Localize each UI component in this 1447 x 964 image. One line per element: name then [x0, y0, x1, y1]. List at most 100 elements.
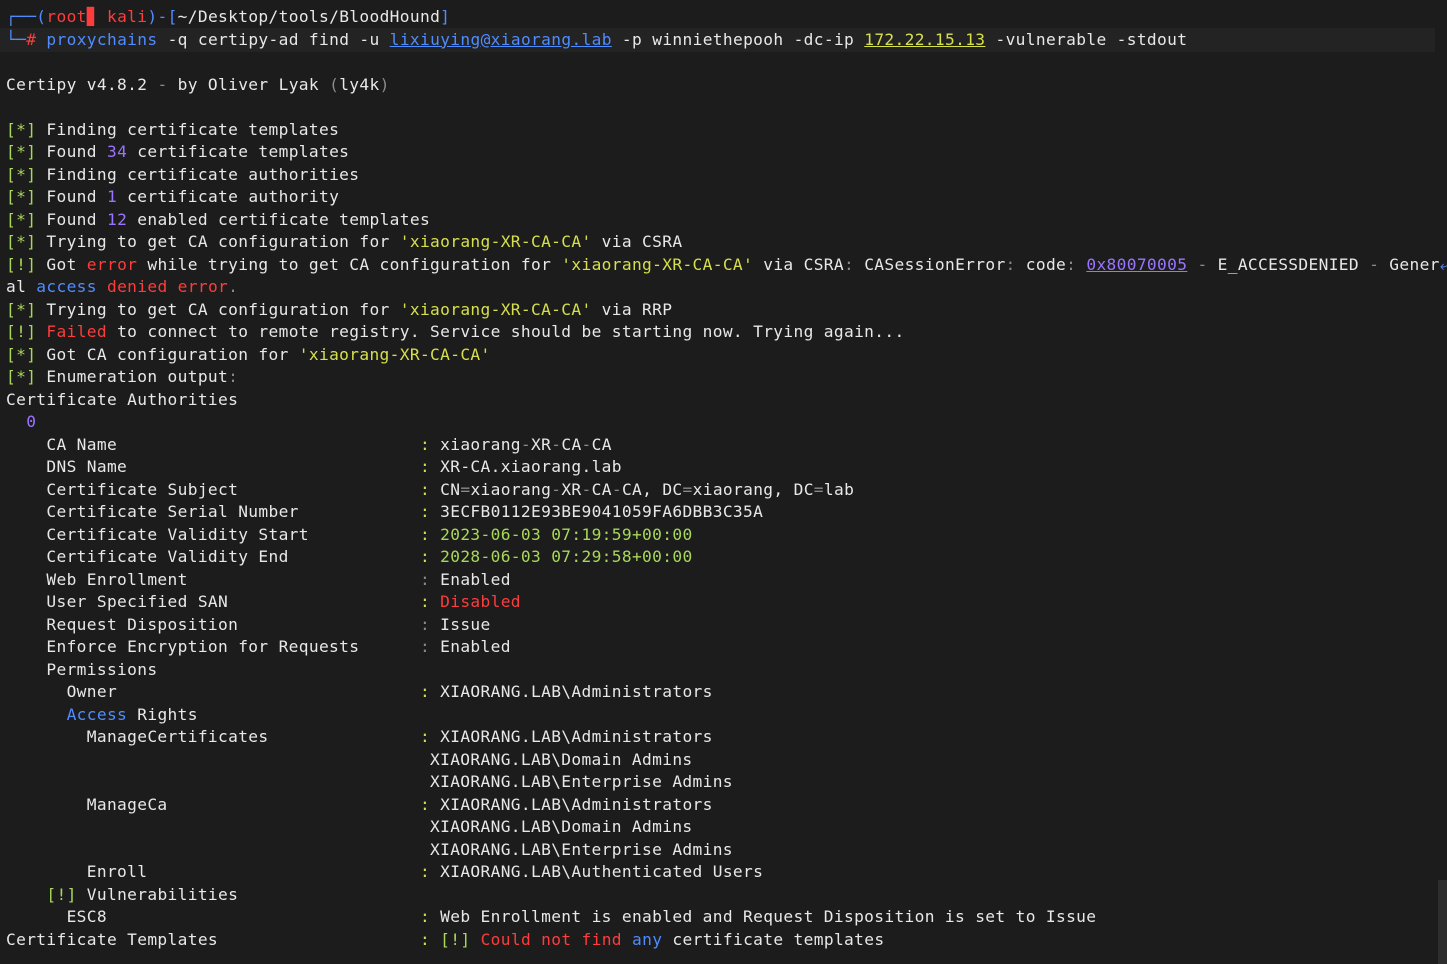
- text-segment: :: [419, 794, 431, 814]
- text-segment: XIAORANG.LAB\Administrators: [430, 794, 713, 814]
- text-segment: Permissions: [6, 659, 158, 679]
- text-segment: -vulnerable -stdout: [985, 29, 1188, 49]
- output-line: Certificate Templates : [!] Could not fi…: [6, 929, 1447, 952]
- text-segment[interactable]: 172.22.15.13: [864, 30, 985, 49]
- text-segment: error: [177, 277, 229, 296]
- output-line: [*] Trying to get CA configuration for '…: [6, 231, 1447, 254]
- text-segment: while trying to get CA configuration for: [137, 254, 562, 274]
- text-segment: access: [36, 277, 97, 296]
- text-segment: ~/Desktop/tools/BloodHound: [177, 7, 441, 26]
- text-segment: .: [228, 277, 239, 296]
- text-segment: 2028-06-03 07:29:58+00:00: [430, 547, 693, 566]
- text-segment: 3ECFB0112E93BE9041059FA6DBB3C35A: [430, 502, 764, 521]
- text-segment: Enforce Encryption for Requests: [6, 637, 420, 656]
- text-segment: XIAORANG.LAB\Administrators: [430, 682, 713, 701]
- text-segment: :: [419, 727, 431, 746]
- text-segment: Enroll: [6, 862, 420, 881]
- text-segment: winniethepooh: [652, 29, 784, 49]
- text-segment: Found: [36, 187, 107, 206]
- text-segment: ManageCa: [6, 794, 420, 814]
- output-line: Certipy v4.8.2 - by Oliver Lyak (ly4k): [6, 74, 1447, 97]
- text-segment: any: [632, 929, 663, 949]
- text-segment: [*]: [6, 142, 37, 161]
- output-line: Certificate Validity Start : 2023-06-03 …: [6, 524, 1447, 547]
- text-segment: :: [419, 547, 431, 566]
- output-line: [*] Got CA configuration for 'xiaorang-X…: [6, 344, 1447, 367]
- text-segment: [6, 705, 67, 724]
- output-line: Certificate Subject : CN=xiaorang-XR-CA-…: [6, 479, 1447, 502]
- text-segment: Certificate Validity Start: [6, 524, 420, 544]
- text-segment: xiaorang: [470, 479, 552, 499]
- text-segment: :: [419, 569, 431, 589]
- text-segment: :: [419, 502, 431, 521]
- text-segment: [*]: [6, 187, 37, 206]
- text-segment: -: [1197, 254, 1208, 274]
- text-segment: certificate authority: [117, 187, 340, 206]
- text-segment: :: [419, 614, 431, 634]
- text-segment: xiaorang: [430, 434, 521, 454]
- output-line: Owner : XIAORANG.LAB\Administrators: [6, 681, 1447, 704]
- text-segment: code: [1015, 254, 1067, 274]
- text-segment: User Specified SAN: [6, 592, 420, 611]
- text-segment: -u: [359, 29, 380, 49]
- text-segment: Request Disposition: [6, 614, 420, 634]
- text-segment: Finding certificate authorities: [36, 164, 360, 184]
- text-segment: ┌──(: [6, 7, 47, 26]
- text-segment: :: [419, 637, 431, 656]
- text-segment: Enumeration output: [36, 367, 229, 386]
- text-segment: [168, 277, 178, 296]
- text-segment: [*]: [6, 232, 37, 251]
- text-segment: Enabled: [430, 569, 511, 589]
- text-segment: :: [419, 479, 431, 499]
- output-line: XIAORANG.LAB\Domain Admins: [6, 816, 1447, 839]
- text-segment[interactable]: lixiuying@xiaorang.lab: [390, 30, 612, 49]
- text-segment: CA: [561, 434, 582, 454]
- text-segment: =: [682, 479, 693, 499]
- text-segment: error: [86, 254, 138, 274]
- text-segment: XIAORANG.LAB\Enterprise Admins: [6, 839, 733, 859]
- text-segment: [380, 30, 390, 49]
- text-segment: 1: [106, 187, 118, 206]
- text-segment: Finding certificate templates: [36, 119, 340, 139]
- text-segment: -: [581, 434, 592, 454]
- text-segment: :: [419, 457, 431, 476]
- text-segment: -q: [157, 29, 198, 49]
- text-segment: XIAORANG.LAB\Domain Admins: [6, 749, 693, 769]
- text-segment: enabled certificate templates: [127, 209, 431, 229]
- text-segment: :: [1005, 254, 1016, 274]
- text-segment: (: [329, 74, 340, 94]
- output-line: [!] Failed to connect to remote registry…: [6, 321, 1447, 344]
- text-segment: [*]: [6, 164, 37, 184]
- text-segment: Certificate Templates: [6, 929, 420, 949]
- text-segment: Web Enrollment is enabled and Request Di…: [430, 907, 1097, 926]
- text-segment: Certificate Validity End: [6, 547, 420, 566]
- text-segment: via CSRA: [591, 232, 683, 251]
- output-line: Permissions: [6, 659, 1447, 682]
- output-line: Request Disposition : Issue: [6, 614, 1447, 637]
- text-segment: lab: [823, 479, 855, 499]
- text-segment: Certificate Authorities: [6, 389, 239, 409]
- text-segment: └─: [6, 29, 27, 49]
- text-segment: :: [1066, 254, 1077, 274]
- text-segment: :: [419, 592, 431, 611]
- terminal-output: ┌──(root▊ kali)-[~/Desktop/tools/BloodHo…: [6, 6, 1447, 951]
- output-line: [*] Trying to get CA configuration for '…: [6, 299, 1447, 322]
- text-segment: via CSRA: [753, 254, 844, 274]
- output-line: [*] Found 34 certificate templates: [6, 141, 1447, 164]
- output-line: [*] Finding certificate authorities: [6, 164, 1447, 187]
- text-segment: Certipy v4.8.2: [6, 74, 158, 94]
- output-line: Enforce Encryption for Requests : Enable…: [6, 636, 1447, 659]
- text-segment: [430, 930, 440, 949]
- text-segment: [!]: [6, 254, 37, 274]
- text-segment: Access: [66, 704, 128, 724]
- text-segment: :: [419, 907, 431, 926]
- text-segment[interactable]: 0x80070005: [1086, 255, 1187, 274]
- text-segment: Could not find: [480, 929, 622, 949]
- text-segment: Vulnerabilities: [76, 884, 239, 904]
- text-segment: 2023-06-03 07:19:59+00:00: [430, 524, 693, 544]
- text-segment: :: [419, 434, 431, 454]
- terminal-window[interactable]: ┌──(root▊ kali)-[~/Desktop/tools/BloodHo…: [0, 0, 1447, 964]
- text-segment: ⤶: [1439, 254, 1447, 274]
